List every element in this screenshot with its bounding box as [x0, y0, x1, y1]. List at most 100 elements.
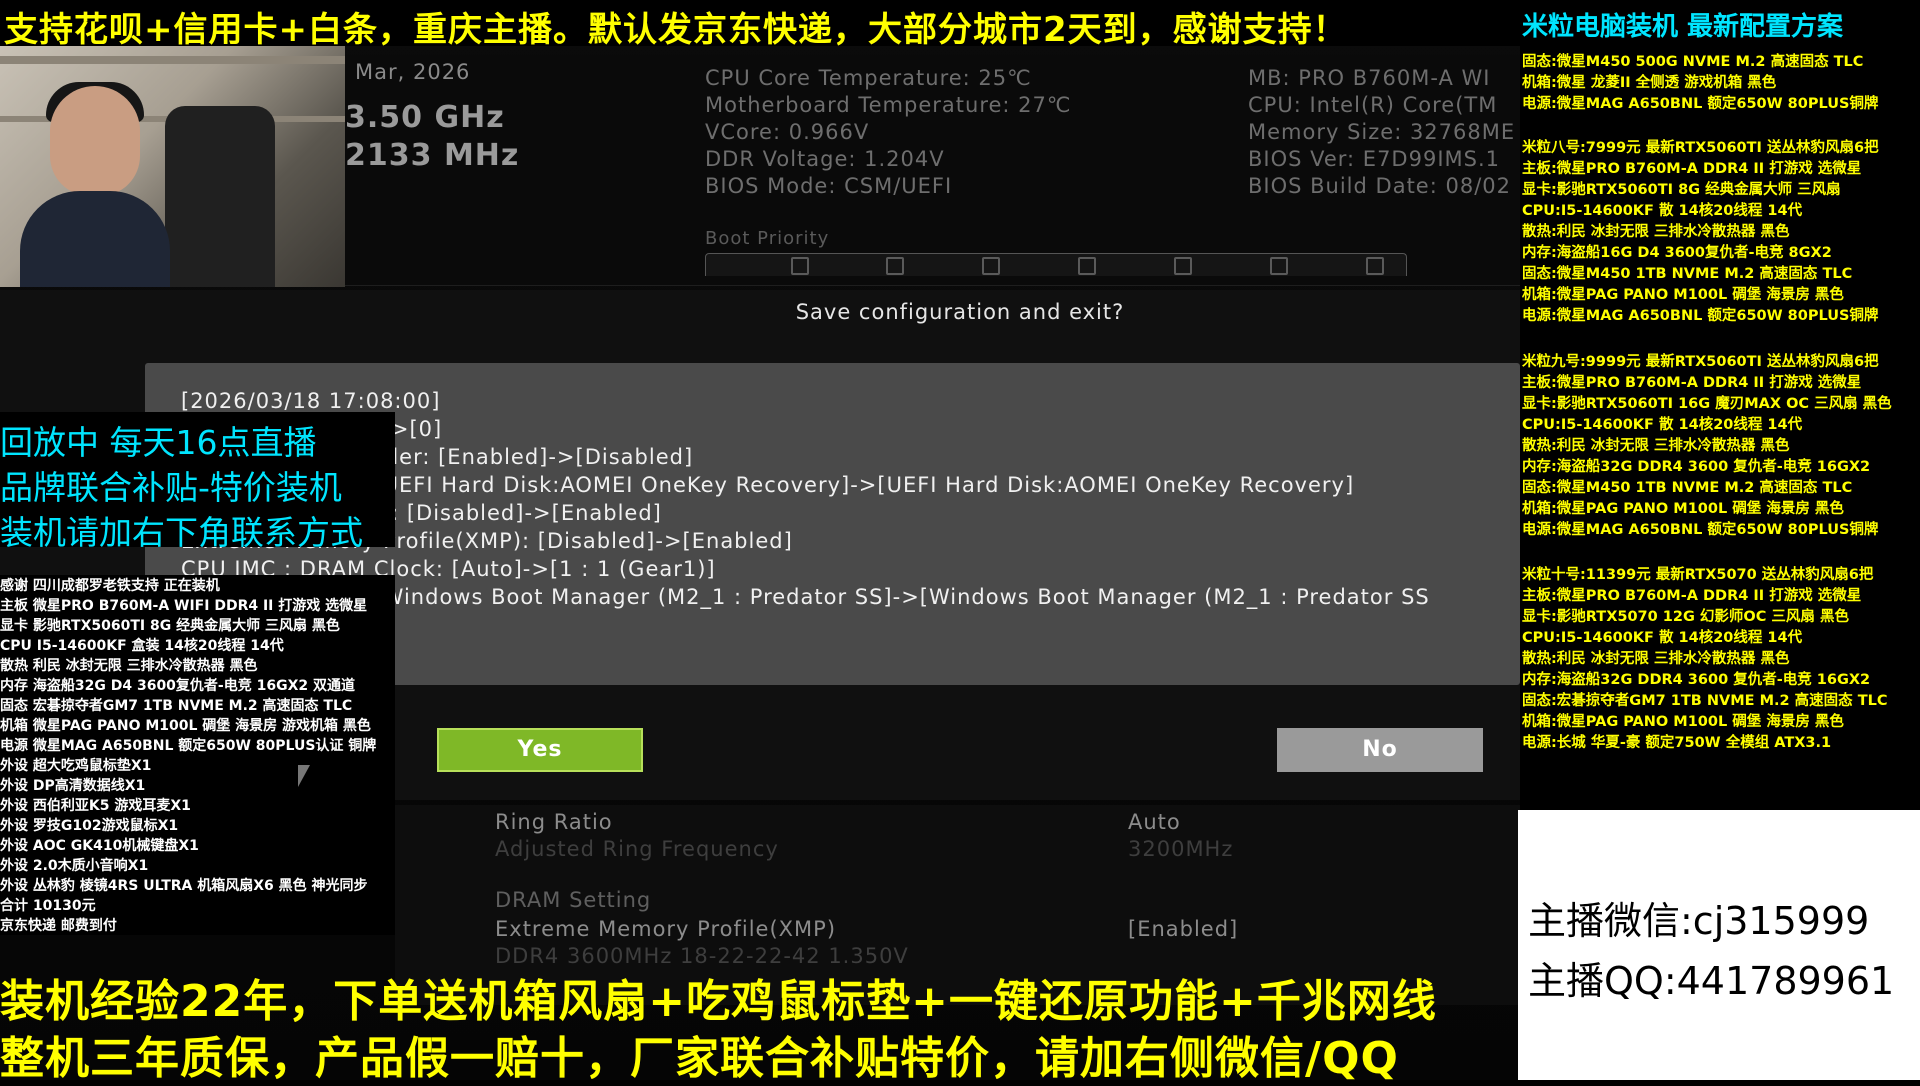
spec-line: 电源:微星MAG A650BNL 额定650W 80PLUS铜牌 — [1522, 96, 1879, 112]
boot-device-icon[interactable] — [1270, 257, 1288, 275]
order-line: 主板 微星PRO B760M-A WIFI DDR4 II 打游戏 选微星 — [0, 598, 368, 614]
spec-line: 固态:微星M450 1TB NVME M.2 高速固态 TLC — [1522, 266, 1853, 282]
bottom-banner-line1: 装机经验22年，下单送机箱风扇+吃鸡鼠标垫+一键还原功能+千兆网线 — [0, 976, 1437, 1027]
order-line: 外设 超大吃鸡鼠标垫X1 — [0, 758, 152, 774]
boot-device-icon[interactable] — [1366, 257, 1384, 275]
spec-line: 内存:海盗船32G DDR4 3600 复仇者-电竞 16GX2 — [1522, 672, 1871, 688]
spec-line: 电源:微星MAG A650BNL 额定650W 80PLUS铜牌 — [1522, 522, 1879, 538]
order-line: 固态 宏碁掠夺者GM7 1TB NVME M.2 高速固态 TLC — [0, 698, 353, 714]
shelf-shape — [0, 56, 345, 64]
spec-line: 固态:宏碁掠夺者GM7 1TB NVME M.2 高速固态 TLC — [1522, 693, 1888, 709]
contact-card: 主播微信:cj315999 主播QQ:441789961 — [1518, 810, 1920, 1080]
spec-line: 机箱:微星PAG PANO M100L 碉堡 海景房 黑色 — [1522, 714, 1844, 730]
order-line: 散热 利民 冰封无限 三排水冷散热器 黑色 — [0, 658, 258, 674]
bios-info-cpu: CPU: Intel(R) Core(TM — [1248, 93, 1498, 117]
order-line: 外设 丛林豹 棱镜4RS ULTRA 机箱风扇X6 黑色 神光同步 — [0, 878, 368, 894]
bios-info-mb: MB: PRO B760M-A WI — [1248, 66, 1491, 90]
replay-line: 装机请加右下角联系方式 — [0, 513, 363, 552]
boot-device-icon[interactable] — [791, 257, 809, 275]
spec-line: 主板:微星PRO B760M-A DDR4 II 打游戏 选微星 — [1522, 161, 1862, 177]
boot-priority-bar[interactable] — [705, 253, 1407, 276]
spec-line: 显卡:影驰RTX5060TI 8G 经典金属大师 三风扇 — [1522, 182, 1841, 198]
spec-line: 内存:海盗船32G DDR4 3600 复仇者-电竞 16GX2 — [1522, 459, 1871, 475]
order-line: 外设 AOC GK410机械键盘X1 — [0, 838, 199, 854]
spec-line: 电源:长城 华夏-豪 额定750W 全模组 ATX3.1 — [1522, 735, 1832, 751]
bios-date: Mar, 2026 — [355, 60, 471, 84]
spec-line: 电源:微星MAG A650BNL 额定650W 80PLUS铜牌 — [1522, 308, 1879, 324]
streamer-figure — [20, 82, 170, 287]
boot-device-icon[interactable] — [1078, 257, 1096, 275]
bios-info-build-date: BIOS Build Date: 08/02 — [1248, 174, 1511, 198]
body-shape — [20, 191, 170, 287]
boot-device-icon[interactable] — [886, 257, 904, 275]
boot-device-icon[interactable] — [982, 257, 1000, 275]
bios-info-bios-ver: BIOS Ver: E7D99IMS.1 — [1248, 147, 1501, 171]
boot-device-icon[interactable] — [1174, 257, 1192, 275]
contact-qq: 主播QQ:441789961 — [1528, 959, 1895, 1003]
top-banner-text: 支持花呗+信用卡+白条，重庆主播。默认发京东快递，大部分城市2天到，感谢支持！ — [4, 10, 1348, 50]
spec-line: CPU:I5-14600KF 散 14核20线程 14代 — [1522, 203, 1803, 219]
spec-line: 散热:利民 冰封无限 三排水冷散热器 黑色 — [1522, 224, 1790, 240]
spec-line: 固态:微星M450 1TB NVME M.2 高速固态 TLC — [1522, 480, 1853, 496]
chair-shape — [165, 106, 275, 287]
spec-line: 固态:微星M450 500G NVME M.2 高速固态 TLC — [1522, 54, 1864, 70]
bottom-banner-line2: 整机三年质保，产品假一赔十，厂家联合补贴特价，请加右侧微信/QQ — [0, 1033, 1399, 1084]
plan-heading: 米粒八号:7999元 最新RTX5060TI 送丛林豹风扇6把 — [1522, 140, 1879, 156]
bios-info-ddr-voltage: DDR Voltage: 1.204V — [705, 147, 945, 171]
config-plans-panel: 米粒电脑装机 最新配置方案 固态:微星M450 500G NVME M.2 高速… — [1520, 0, 1920, 810]
boot-priority-label: Boot Priority — [705, 228, 830, 249]
log-line: [2026/03/18 17:08:00] — [181, 389, 441, 413]
order-list: 感谢 四川成都罗老铁支持 正在装机 主板 微星PRO B760M-A WIFI … — [0, 575, 395, 935]
order-line: 内存 海盗船32G D4 3600复仇者-电竞 16GX2 双通道 — [0, 678, 355, 694]
spec-line: 主板:微星PRO B760M-A DDR4 II 打游戏 选微星 — [1522, 588, 1862, 604]
spec-line: 散热:利民 冰封无限 三排水冷散热器 黑色 — [1522, 651, 1790, 667]
spec-line: 散热:利民 冰封无限 三排水冷散热器 黑色 — [1522, 438, 1790, 454]
head-shape — [50, 86, 140, 196]
bios-info-vcore: VCore: 0.966V — [705, 120, 870, 144]
bios-ddr-speed: 2133 MHz — [345, 138, 520, 173]
replay-line: 回放中 每天16点直播 — [0, 423, 317, 462]
adjusted-ring-value: 3200MHz — [1128, 837, 1234, 861]
bios-info-cpu-temp: CPU Core Temperature: 25℃ — [705, 66, 1032, 90]
plan-heading: 米粒九号:9999元 最新RTX5060TI 送丛林豹风扇6把 — [1522, 354, 1879, 370]
spec-line: 主板:微星PRO B760M-A DDR4 II 打游戏 选微星 — [1522, 375, 1862, 391]
yes-button[interactable]: Yes — [437, 728, 643, 772]
dram-setting-heading: DRAM Setting — [495, 888, 652, 912]
plan-heading: 米粒十号:11399元 最新RTX5070 送丛林豹风扇6把 — [1522, 567, 1874, 583]
order-line: 感谢 四川成都罗老铁支持 正在装机 — [0, 578, 220, 594]
order-line: CPU I5-14600KF 盒装 14核20线程 14代 — [0, 638, 284, 654]
ring-ratio-label[interactable]: Ring Ratio — [495, 810, 613, 834]
order-line: 京东快递 邮费到付 — [0, 918, 117, 934]
order-line: 合计 10130元 — [0, 898, 96, 914]
bios-cpu-speed: 3.50 GHz — [345, 100, 505, 135]
spec-line: 机箱:微星 龙菱II 全侧透 游戏机箱 黑色 — [1522, 75, 1777, 91]
xmp-value[interactable]: [Enabled] — [1128, 917, 1238, 941]
order-line: 显卡 影驰RTX5060TI 8G 经典金属大师 三风扇 黑色 — [0, 618, 340, 634]
bios-info-memory: Memory Size: 32768ME — [1248, 120, 1516, 144]
contact-wechat: 主播微信:cj315999 — [1528, 899, 1870, 943]
bios-info-bios-mode: BIOS Mode: CSM/UEFI — [705, 174, 953, 198]
order-line: 机箱 微星PAG PANO M100L 碉堡 海景房 游戏机箱 黑色 — [0, 718, 371, 734]
no-button[interactable]: No — [1277, 728, 1483, 772]
ring-ratio-value[interactable]: Auto — [1128, 810, 1181, 834]
webcam-feed — [0, 46, 345, 287]
mouse-cursor-icon — [298, 765, 310, 787]
replay-notice: 回放中 每天16点直播 品牌联合补贴-特价装机 装机请加右下角联系方式 — [0, 412, 395, 552]
spec-line: 内存:海盗船16G D4 3600复仇者-电竞 8GX2 — [1522, 245, 1832, 261]
order-line: 外设 DP高清数据线X1 — [0, 778, 146, 794]
spec-line: 机箱:微星PAG PANO M100L 碉堡 海景房 黑色 — [1522, 287, 1844, 303]
bios-info-mb-temp: Motherboard Temperature: 27℃ — [705, 93, 1072, 117]
spec-line: CPU:I5-14600KF 散 14核20线程 14代 — [1522, 630, 1803, 646]
replay-line: 品牌联合补贴-特价装机 — [0, 468, 342, 507]
spec-line: 机箱:微星PAG PANO M100L 碉堡 海景房 黑色 — [1522, 501, 1844, 517]
spec-line: 显卡:影驰RTX5060TI 16G 魔刃MAX OC 三风扇 黑色 — [1522, 396, 1892, 412]
xmp-label[interactable]: Extreme Memory Profile(XMP) — [495, 917, 836, 941]
order-line: 外设 西伯利亚K5 游戏耳麦X1 — [0, 798, 191, 814]
spec-line: 显卡:影驰RTX5070 12G 幻影师OC 三风扇 黑色 — [1522, 609, 1849, 625]
order-line: 外设 罗技G102游戏鼠标X1 — [0, 818, 179, 834]
order-line: 外设 2.0木质小音响X1 — [0, 858, 149, 874]
config-plans-title: 米粒电脑装机 最新配置方案 — [1522, 12, 1844, 42]
adjusted-ring-label: Adjusted Ring Frequency — [495, 837, 779, 861]
order-line: 电源 微星MAG A650BNL 额定650W 80PLUS认证 铜牌 — [0, 738, 377, 754]
spec-line: CPU:I5-14600KF 散 14核20线程 14代 — [1522, 417, 1803, 433]
